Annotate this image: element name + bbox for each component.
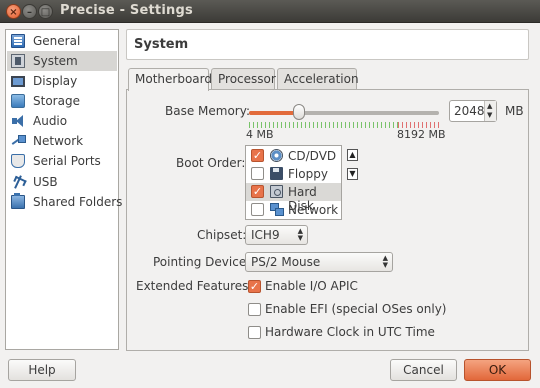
storage-icon	[11, 94, 25, 108]
pointing-device-select[interactable]: PS/2 Mouse ▲ ▼	[245, 252, 393, 272]
settings-sidebar: General System Display Storage Audio Net…	[5, 29, 122, 350]
sidebar-item-general[interactable]: General	[7, 31, 117, 51]
serial-ports-icon	[11, 154, 25, 168]
boot-item-floppy[interactable]: Floppy	[246, 165, 341, 183]
spinbox-buttons[interactable]: ▲ ▼	[484, 101, 496, 121]
shared-folders-icon	[11, 193, 25, 209]
network-icon	[11, 134, 26, 148]
boot-cd-dvd-checkbox[interactable]: ✓	[251, 149, 264, 162]
pointing-device-value: PS/2 Mouse	[251, 255, 321, 269]
slider-fill	[249, 111, 297, 115]
memory-min-label: 4 MB	[246, 128, 274, 141]
base-memory-value: 2048	[454, 104, 485, 118]
sidebar-item-label: Shared Folders	[33, 195, 123, 209]
sidebar-item-label: Network	[33, 134, 84, 148]
boot-item-label: Network	[288, 203, 339, 217]
chipset-value: ICH9	[251, 228, 280, 242]
base-memory-spinbox[interactable]: 2048 ▲ ▼	[449, 100, 497, 122]
title-bar: × – □ Precise - Settings	[0, 0, 540, 23]
efi-label: Enable EFI (special OSes only)	[265, 302, 447, 316]
sidebar-item-audio[interactable]: Audio	[7, 111, 117, 131]
sidebar-item-usb[interactable]: USB	[7, 172, 117, 192]
base-memory-slider[interactable]	[249, 111, 439, 115]
sidebar-item-display[interactable]: Display	[7, 71, 117, 91]
sidebar-item-label: Serial Ports	[33, 154, 101, 168]
boot-network-checkbox[interactable]	[251, 203, 264, 216]
tab-processor[interactable]: Processor	[211, 68, 276, 90]
sidebar-item-storage[interactable]: Storage	[7, 91, 117, 111]
boot-item-network[interactable]: Network	[246, 201, 341, 219]
sidebar-item-network[interactable]: Network	[7, 131, 117, 151]
chipset-label: Chipset:	[197, 228, 247, 242]
chevron-updown-icon: ▲ ▼	[297, 227, 303, 242]
base-memory-slider-thumb[interactable]	[293, 104, 305, 120]
boot-item-label: Floppy	[288, 167, 328, 181]
sidebar-item-label: System	[33, 54, 78, 68]
sidebar-item-label: Storage	[33, 94, 80, 108]
usb-icon	[11, 175, 25, 189]
sidebar-item-shared-folders[interactable]: Shared Folders	[7, 192, 122, 212]
page-header: System	[126, 29, 529, 60]
floppy-icon	[270, 167, 283, 180]
boot-floppy-checkbox[interactable]	[251, 167, 264, 180]
boot-item-hard-disk[interactable]: ✓ Hard Disk	[246, 183, 341, 213]
cd-dvd-icon	[270, 149, 283, 162]
settings-window: × – □ Precise - Settings General System …	[0, 0, 540, 388]
sidebar-item-label: Display	[33, 74, 78, 88]
boot-item-cd-dvd[interactable]: ✓ CD/DVD	[246, 147, 341, 165]
sidebar-item-label: USB	[33, 175, 58, 189]
utc-clock-check[interactable]	[248, 326, 261, 339]
help-button[interactable]: Help	[8, 359, 76, 381]
io-apic-check[interactable]: ✓	[248, 280, 261, 293]
sidebar-item-serial-ports[interactable]: Serial Ports	[7, 151, 117, 171]
extended-features-label: Extended Features:	[136, 279, 253, 293]
move-up-icon[interactable]: ▲	[347, 149, 358, 161]
display-icon	[11, 75, 25, 87]
hard-disk-icon	[270, 185, 283, 198]
general-icon	[11, 34, 25, 48]
move-down-icon[interactable]: ▼	[347, 168, 358, 180]
network-boot-icon	[270, 203, 284, 216]
boot-item-label: CD/DVD	[288, 149, 337, 163]
cancel-button[interactable]: Cancel	[390, 359, 457, 381]
page-title: System	[134, 37, 189, 52]
sidebar-item-label: Audio	[33, 114, 68, 128]
tab-motherboard[interactable]: Motherboard	[128, 68, 212, 91]
pointing-device-label: Pointing Device:	[153, 255, 251, 269]
minimize-icon[interactable]: –	[22, 4, 37, 19]
chipset-select[interactable]: ICH9 ▲ ▼	[245, 225, 308, 245]
tab-acceleration[interactable]: Acceleration	[277, 68, 359, 90]
spin-up-icon[interactable]: ▲	[487, 103, 492, 110]
chevron-updown-icon: ▲ ▼	[382, 254, 388, 269]
boot-order-list[interactable]: ✓ CD/DVD Floppy ✓ Hard Disk Network	[245, 145, 342, 220]
base-memory-label: Base Memory:	[165, 104, 251, 118]
sidebar-item-system[interactable]: System	[7, 51, 117, 71]
close-icon[interactable]: ×	[6, 4, 21, 19]
io-apic-label: Enable I/O APIC	[265, 279, 358, 293]
boot-order-label: Boot Order:	[176, 156, 246, 170]
utc-clock-label: Hardware Clock in UTC Time	[265, 325, 435, 339]
memory-unit-label: MB	[505, 104, 524, 118]
maximize-icon[interactable]: □	[38, 4, 53, 19]
sidebar-item-label: General	[33, 34, 81, 48]
system-icon	[11, 54, 25, 68]
spin-down-icon[interactable]: ▼	[487, 112, 492, 119]
audio-icon	[11, 114, 25, 128]
memory-max-label: 8192 MB	[397, 128, 446, 141]
boot-hard-disk-checkbox[interactable]: ✓	[251, 185, 264, 198]
window-title: Precise - Settings	[60, 3, 193, 18]
efi-check[interactable]	[248, 303, 261, 316]
ok-button[interactable]: OK	[464, 359, 531, 381]
